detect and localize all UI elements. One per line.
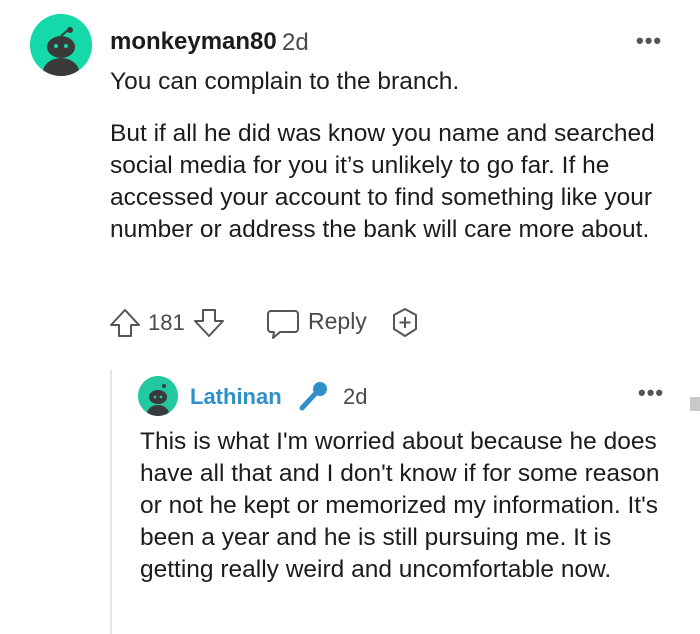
microphone-icon	[296, 378, 332, 419]
vote-count: 181	[148, 310, 185, 335]
scrollbar-thumb[interactable]	[690, 397, 700, 411]
comment-paragraph: But if all he did was know you name and …	[110, 120, 655, 243]
comment-timestamp: 2d	[282, 29, 309, 56]
top-comment: monkeyman80 2d ••• You can complain to t…	[0, 0, 700, 360]
award-icon[interactable]	[388, 306, 422, 340]
snoo-avatar-icon[interactable]	[138, 376, 178, 416]
reply-text: This is what I'm worried about because h…	[140, 428, 660, 583]
more-options-icon[interactable]: •••	[638, 380, 664, 406]
comment-paragraph: You can complain to the branch.	[110, 68, 460, 95]
snoo-avatar-icon[interactable]	[30, 14, 92, 76]
reply-username[interactable]: Lathinan	[190, 384, 282, 410]
reply-button[interactable]: Reply	[308, 308, 367, 335]
reply-bubble-icon[interactable]	[266, 308, 300, 340]
comment-actions: 181 Reply	[104, 302, 444, 342]
upvote-icon[interactable]	[108, 306, 142, 340]
downvote-icon[interactable]	[192, 306, 226, 340]
comment-username[interactable]: monkeyman80	[110, 28, 277, 56]
reply-timestamp: 2d	[343, 384, 368, 409]
thread-line	[110, 370, 112, 634]
more-options-icon[interactable]: •••	[636, 28, 662, 54]
